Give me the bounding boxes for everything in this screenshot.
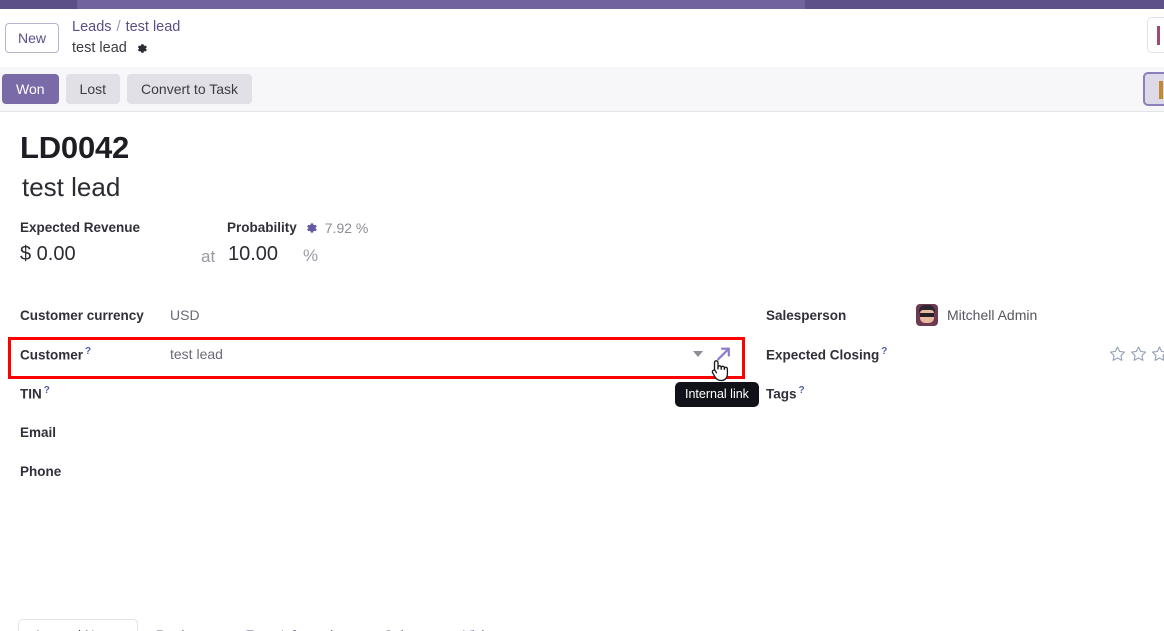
probability-label-group: Probability 7.92 % bbox=[227, 220, 368, 236]
revenue-probability-row: Expected Revenue Probability 7.92 % $ 0.… bbox=[18, 220, 1146, 278]
field-label-text: Email bbox=[20, 424, 57, 440]
field-label-text: TIN bbox=[20, 386, 42, 402]
field-customer-currency: Customer currency USD bbox=[18, 296, 758, 335]
help-icon[interactable]: ? bbox=[881, 346, 887, 357]
field-label-text: Customer currency bbox=[20, 307, 144, 323]
breadcrumb-record-name: test lead bbox=[72, 39, 127, 56]
star-icon[interactable] bbox=[1109, 346, 1126, 363]
field-label-text: Expected Closing bbox=[766, 347, 880, 363]
percent-sign: % bbox=[303, 245, 319, 265]
new-record-button[interactable]: New bbox=[5, 22, 60, 54]
avatar bbox=[916, 304, 938, 327]
star-icon[interactable] bbox=[1151, 346, 1164, 363]
probability-input[interactable]: 10.00 bbox=[228, 243, 278, 266]
field-tags: Tags? bbox=[764, 374, 1164, 413]
help-icon[interactable]: ? bbox=[799, 385, 805, 396]
internal-link-icon[interactable] bbox=[715, 346, 732, 363]
statusbar-overflow-control[interactable] bbox=[1143, 72, 1164, 106]
expected-revenue-label: Expected Revenue bbox=[20, 219, 141, 235]
breadcrumb-overflow-indicator bbox=[1157, 26, 1160, 45]
priority-stars bbox=[1109, 346, 1164, 363]
field-label: Phone bbox=[18, 464, 170, 479]
star-icon[interactable] bbox=[1130, 346, 1147, 363]
field-label: Tags? bbox=[764, 385, 916, 402]
tooltip: Internal link bbox=[675, 382, 759, 407]
breadcrumb-path: Leads / test lead bbox=[72, 18, 180, 38]
record-title[interactable]: test lead bbox=[22, 172, 1146, 203]
field-label: Email bbox=[18, 425, 170, 440]
field-label-text: Tags bbox=[766, 386, 797, 402]
salesperson-many2one[interactable]: Mitchell Admin bbox=[916, 304, 1164, 327]
notebook: Internal Notes Products Extra Informatio… bbox=[18, 618, 1146, 631]
gear-icon[interactable] bbox=[304, 221, 318, 235]
chevron-down-icon[interactable] bbox=[693, 351, 703, 358]
customer-value[interactable]: test lead bbox=[170, 346, 223, 362]
at-label: at bbox=[201, 246, 216, 266]
tab-salesperson-visits[interactable]: Salesperson Visits bbox=[366, 619, 513, 631]
help-icon[interactable]: ? bbox=[85, 346, 91, 357]
odoo-lead-form-window: New Leads / test lead test lead Won Lost C… bbox=[0, 0, 1164, 631]
app-top-bar-right-segment bbox=[805, 0, 1164, 9]
field-salesperson: Salesperson Mitchell Admin bbox=[764, 296, 1164, 335]
won-button[interactable]: Won bbox=[2, 73, 59, 105]
salesperson-value[interactable]: Mitchell Admin bbox=[947, 307, 1037, 323]
probability-label: Probability bbox=[227, 220, 297, 236]
breadcrumb-record-line: test lead bbox=[72, 39, 180, 59]
record-reference: LD0042 bbox=[20, 130, 130, 165]
breadcrumb-item-leads[interactable]: Leads bbox=[72, 19, 112, 35]
probability-computed-value: 7.92 % bbox=[324, 219, 369, 236]
help-icon[interactable]: ? bbox=[44, 385, 50, 396]
field-tin: TIN? bbox=[18, 374, 758, 413]
convert-to-task-button[interactable]: Convert to Task bbox=[127, 73, 253, 105]
record-sheet: LD0042 test lead Expected Revenue Probab… bbox=[0, 112, 1164, 631]
status-action-bar: Won Lost Convert to Task bbox=[0, 67, 1164, 112]
field-label: Customer? bbox=[18, 346, 170, 363]
field-label: Expected Closing? bbox=[764, 346, 916, 363]
lost-button[interactable]: Lost bbox=[65, 73, 121, 105]
field-expected-closing: Expected Closing? bbox=[764, 335, 1164, 374]
expected-revenue-value[interactable]: $ 0.00 bbox=[20, 243, 76, 266]
field-label-text: Salesperson bbox=[766, 307, 847, 323]
field-customer: Customer? test lead bbox=[18, 335, 758, 374]
field-label-text: Customer bbox=[20, 347, 84, 363]
customer-currency-value[interactable]: USD bbox=[170, 307, 758, 323]
breadcrumb-bar: New Leads / test lead test lead bbox=[0, 9, 1164, 67]
tab-extra-information[interactable]: Extra Information bbox=[227, 619, 366, 631]
customer-many2one[interactable]: test lead bbox=[170, 346, 758, 362]
tab-internal-notes[interactable]: Internal Notes bbox=[18, 618, 139, 631]
field-column-right: Salesperson Mitchell Admin Expected Clos… bbox=[764, 296, 1164, 413]
field-column-left: Customer currency USD Customer? test lea… bbox=[18, 296, 758, 491]
app-top-bar-left-segment bbox=[0, 0, 77, 9]
breadcrumb-item-current[interactable]: test lead bbox=[126, 19, 181, 35]
notebook-tabs: Internal Notes Products Extra Informatio… bbox=[18, 618, 1146, 631]
breadcrumb: Leads / test lead test lead bbox=[72, 18, 180, 58]
field-email: Email bbox=[18, 413, 758, 452]
app-top-bar bbox=[0, 0, 1164, 9]
breadcrumb-overflow-control[interactable] bbox=[1147, 17, 1164, 53]
field-label: Salesperson bbox=[764, 308, 916, 323]
field-grid: Customer currency USD Customer? test lea… bbox=[18, 296, 1164, 486]
field-label-text: Phone bbox=[20, 463, 62, 479]
field-label: TIN? bbox=[18, 385, 170, 402]
tab-products[interactable]: Products bbox=[138, 619, 227, 631]
field-label: Customer currency bbox=[18, 308, 170, 323]
gear-icon[interactable] bbox=[135, 42, 148, 55]
breadcrumb-separator: / bbox=[116, 18, 121, 35]
field-phone: Phone bbox=[18, 452, 758, 491]
statusbar-overflow-indicator bbox=[1159, 81, 1163, 99]
